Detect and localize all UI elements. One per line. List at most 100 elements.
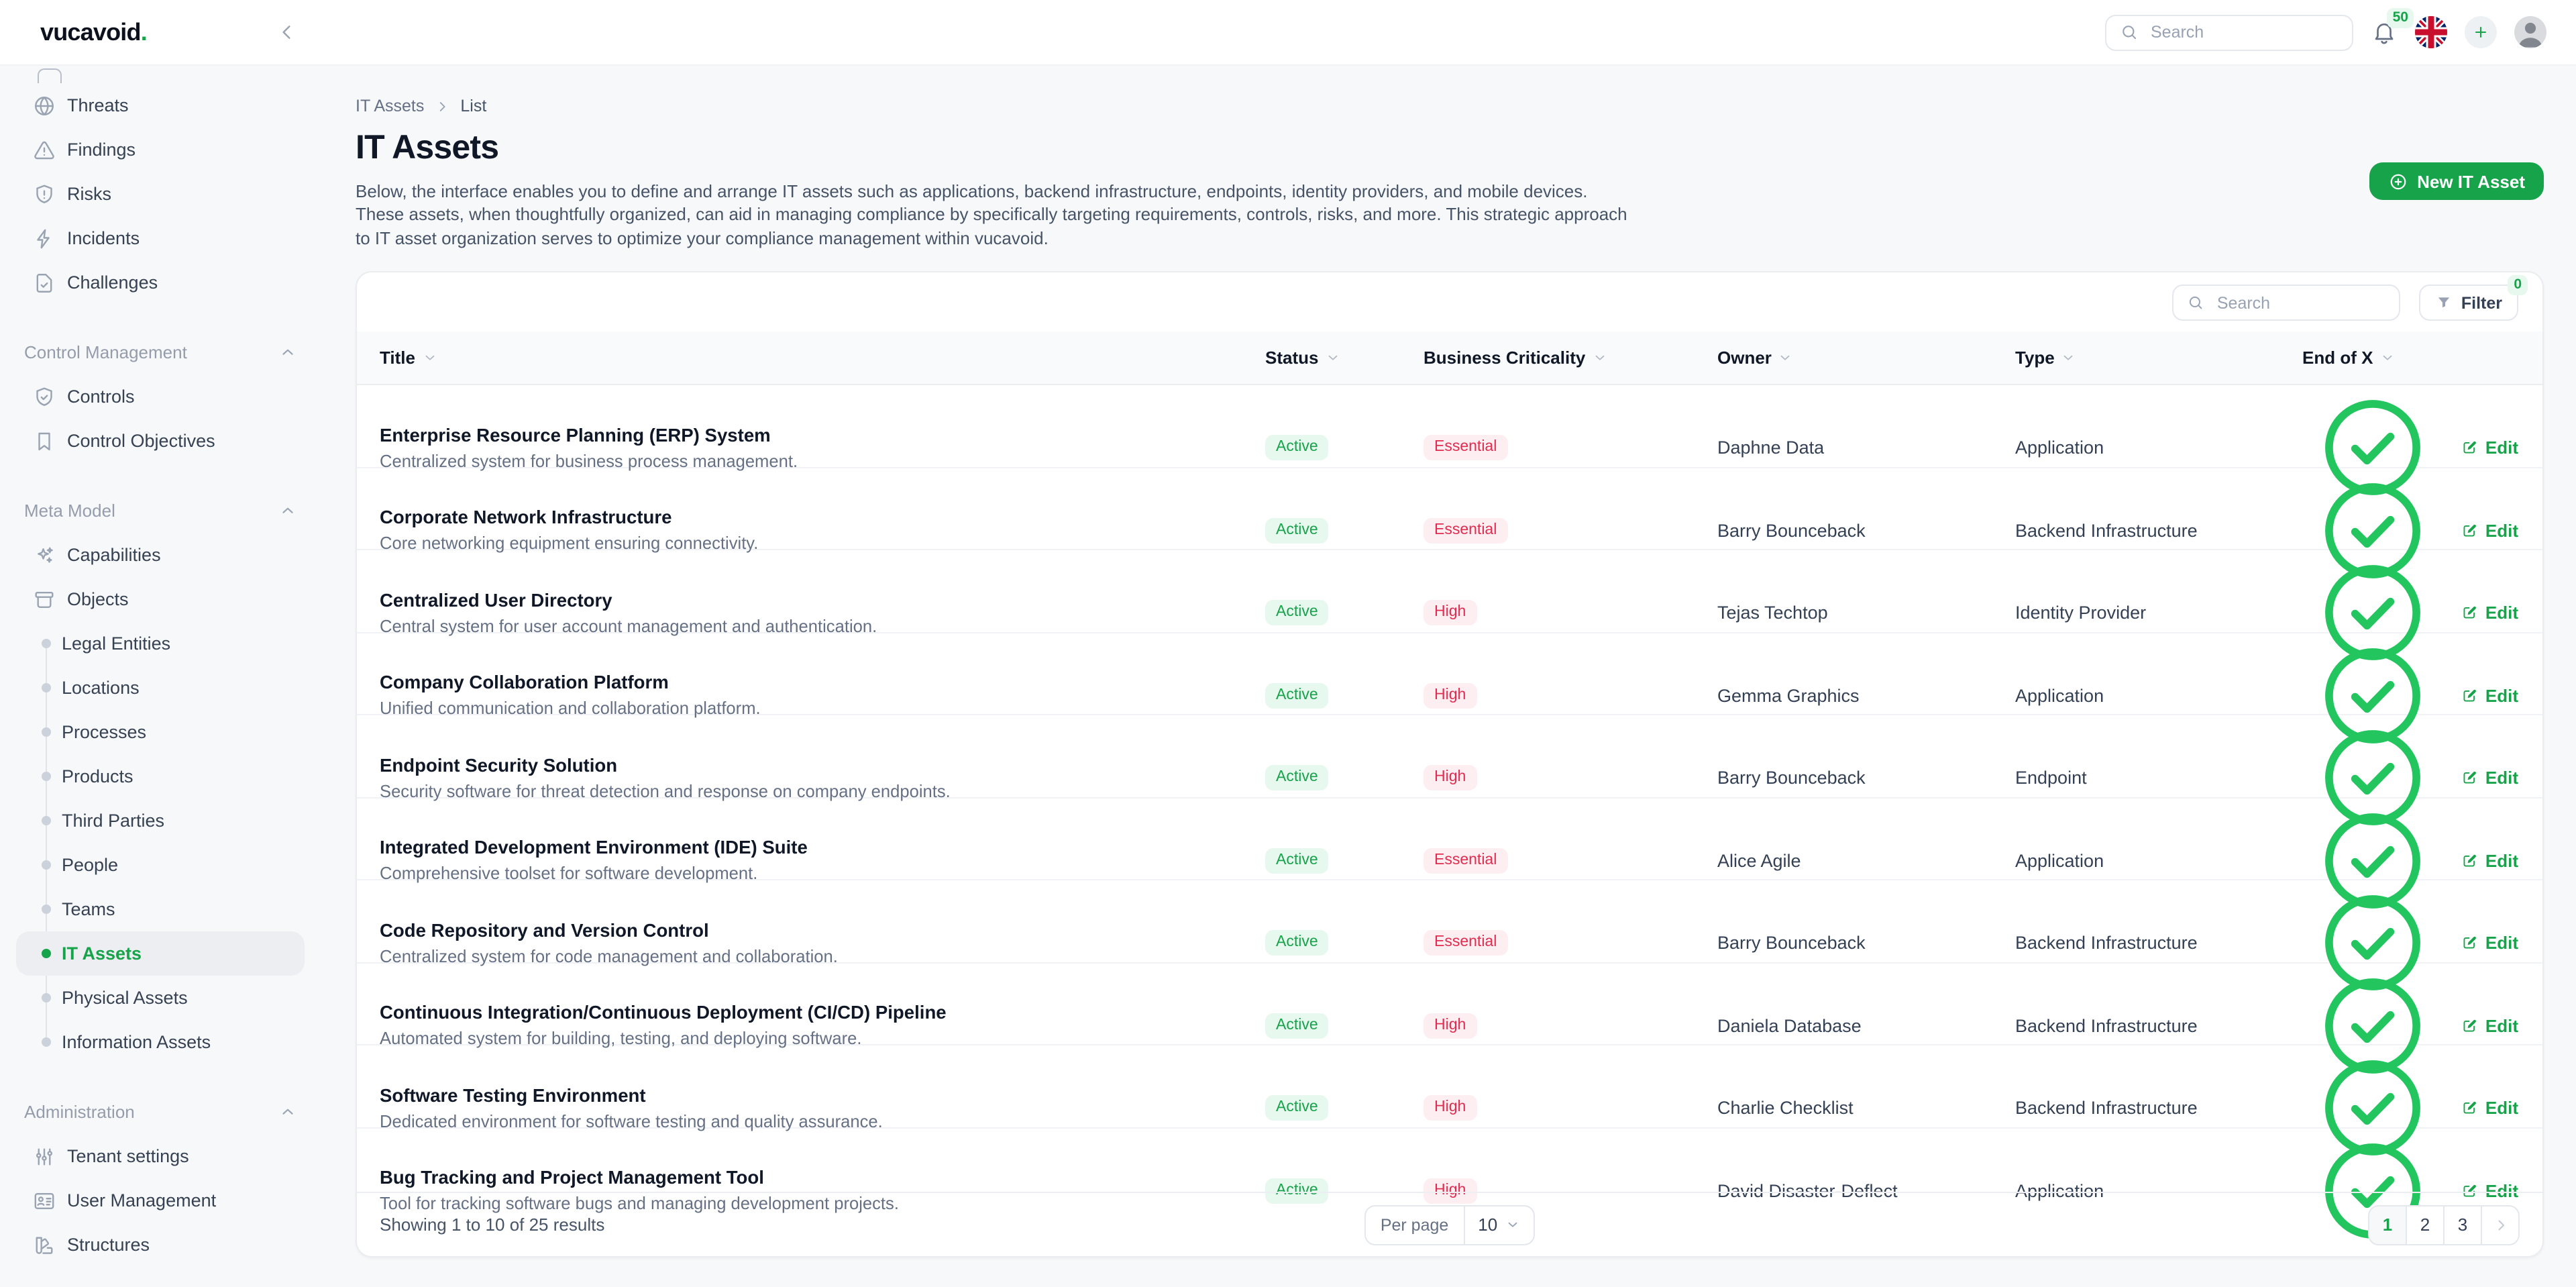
breadcrumb: IT Assets List — [356, 97, 2544, 115]
sliders-icon — [32, 1144, 56, 1168]
sidebar-item-people[interactable]: People — [0, 843, 322, 887]
sidebar-nav: ThreatsFindingsRisksIncidentsChallenges C… — [0, 83, 322, 1267]
table-row-company-collaboration-platform[interactable]: Company Collaboration PlatformUnified co… — [357, 633, 2542, 715]
edit-button[interactable]: Edit — [2461, 520, 2518, 540]
chevron-down-icon — [1778, 350, 1793, 365]
language-flag-uk[interactable] — [2415, 16, 2447, 48]
bullet-dot — [42, 683, 51, 692]
edit-button[interactable]: Edit — [2461, 603, 2518, 623]
filter-button[interactable]: Filter 0 — [2420, 285, 2518, 321]
page-button-3[interactable]: 3 — [2445, 1206, 2482, 1243]
asset-description: Unified communication and collaboration … — [380, 698, 1263, 718]
sidebar-sub-list: Legal EntitiesLocationsProcessesProducts… — [0, 621, 322, 1064]
edit-icon — [2461, 1099, 2479, 1117]
page-button-2[interactable]: 2 — [2407, 1206, 2445, 1243]
criticality-badge: High — [1424, 1013, 1477, 1038]
table-row-continuous-integration-continuous-deploy[interactable]: Continuous Integration/Continuous Deploy… — [357, 963, 2542, 1045]
edit-button[interactable]: Edit — [2461, 1015, 2518, 1035]
next-page-button[interactable] — [2482, 1206, 2518, 1243]
asset-title: Integrated Development Environment (IDE)… — [380, 837, 1263, 858]
breadcrumb-it-assets[interactable]: IT Assets — [356, 97, 424, 115]
sidebar-item-legal-entities[interactable]: Legal Entities — [0, 621, 322, 666]
chevron-right-icon — [2492, 1217, 2508, 1233]
sidebar-item-controls[interactable]: Controls — [0, 374, 322, 419]
table-row-centralized-user-directory[interactable]: Centralized User DirectoryCentral system… — [357, 550, 2542, 633]
asset-description: Security software for threat detection a… — [380, 780, 1263, 801]
sidebar-item-structures[interactable]: Structures — [0, 1223, 322, 1267]
edit-button[interactable]: Edit — [2461, 933, 2518, 953]
user-avatar[interactable] — [2514, 16, 2546, 48]
per-page-label: Per page — [1366, 1206, 1464, 1243]
breadcrumb-list[interactable]: List — [460, 97, 486, 115]
sidebar-item-challenges[interactable]: Challenges — [0, 260, 322, 305]
brand-dot: . — [141, 18, 147, 45]
zap-icon — [32, 226, 56, 250]
edit-button[interactable]: Edit — [2461, 768, 2518, 788]
criticality-badge: High — [1424, 682, 1477, 708]
status-badge: Active — [1265, 847, 1329, 873]
sidebar-item-locations[interactable]: Locations — [0, 666, 322, 710]
notifications-button[interactable]: 50 — [2371, 19, 2398, 46]
sidebar-item-tenant-settings[interactable]: Tenant settings — [0, 1134, 322, 1178]
table-row-code-repository-and-version-control[interactable]: Code Repository and Version ControlCentr… — [357, 880, 2542, 963]
page-button-1[interactable]: 1 — [2369, 1206, 2407, 1243]
table-toolbar: Filter 0 — [357, 272, 2542, 331]
app-root: vucavoid. 50 ThreatsFindingsRisksInciden… — [0, 0, 2576, 1287]
column-header-owner[interactable]: Owner — [1715, 348, 2012, 368]
global-search-input[interactable] — [2148, 21, 2339, 43]
sidebar-item-products[interactable]: Products — [0, 754, 322, 799]
sidebar-collapse-button[interactable] — [276, 21, 298, 43]
table-row-enterprise-resource-planning-erp-system[interactable]: Enterprise Resource Planning (ERP) Syste… — [357, 385, 2542, 468]
owner-cell: Daphne Data — [1715, 437, 2012, 458]
table-row-endpoint-security-solution[interactable]: Endpoint Security SolutionSecurity softw… — [357, 715, 2542, 798]
criticality-badge: High — [1424, 765, 1477, 790]
sidebar-item-findings[interactable]: Findings — [0, 127, 322, 172]
table-row-corporate-network-infrastructure[interactable]: Corporate Network InfrastructureCore net… — [357, 468, 2542, 550]
table-search-input[interactable] — [2214, 292, 2386, 313]
filter-count-badge: 0 — [2508, 275, 2528, 295]
asset-title-cell: Software Testing EnvironmentDedicated en… — [357, 1085, 1263, 1131]
column-header-end-of-x[interactable]: End of X — [2300, 348, 2435, 368]
sidebar-item-third-parties[interactable]: Third Parties — [0, 799, 322, 843]
sidebar-item-threats[interactable]: Threats — [0, 83, 322, 127]
sidebar-item-teams[interactable]: Teams — [0, 887, 322, 931]
sidebar-item-information-assets[interactable]: Information Assets — [0, 1020, 322, 1064]
sidebar-item-user-management[interactable]: User Management — [0, 1178, 322, 1223]
asset-title: Corporate Network Infrastructure — [380, 507, 1263, 527]
edit-icon — [2461, 1017, 2479, 1034]
brand-logo[interactable]: vucavoid. — [40, 18, 147, 46]
asset-description: Centralized system for code management a… — [380, 945, 1263, 966]
sidebar-item-it-assets[interactable]: IT Assets — [16, 931, 305, 976]
sidebar-item-capabilities[interactable]: Capabilities — [0, 533, 322, 577]
column-header-status[interactable]: Status — [1263, 348, 1421, 368]
sidebar-section-meta-model[interactable]: Meta Model — [0, 488, 322, 533]
id-card-icon — [32, 1188, 56, 1213]
table-row-integrated-development-environment-ide-s[interactable]: Integrated Development Environment (IDE)… — [357, 798, 2542, 880]
edit-button[interactable]: Edit — [2461, 850, 2518, 870]
table-row-software-testing-environment[interactable]: Software Testing EnvironmentDedicated en… — [357, 1045, 2542, 1128]
sidebar-item-incidents[interactable]: Incidents — [0, 216, 322, 260]
column-header-type[interactable]: Type — [2012, 348, 2300, 368]
sidebar-item-control-objectives[interactable]: Control Objectives — [0, 419, 322, 463]
table-footer: Showing 1 to 10 of 25 results Per page 1… — [357, 1192, 2542, 1256]
sidebar-item-risks[interactable]: Risks — [0, 172, 322, 216]
sidebar-section-administration[interactable]: Administration — [0, 1090, 322, 1134]
edit-button[interactable]: Edit — [2461, 1098, 2518, 1118]
column-header-business-criticality[interactable]: Business Criticality — [1421, 348, 1715, 368]
bookmark-icon — [32, 429, 56, 453]
column-header-title[interactable]: Title — [357, 348, 1263, 368]
edit-button[interactable]: Edit — [2461, 685, 2518, 705]
sidebar-item-physical-assets[interactable]: Physical Assets — [0, 976, 322, 1020]
new-it-asset-button[interactable]: New IT Asset — [2369, 162, 2544, 200]
chevron-left-icon — [276, 21, 298, 43]
sidebar-section-control-management[interactable]: Control Management — [0, 330, 322, 374]
search-icon — [2120, 23, 2139, 42]
asset-title-cell: Company Collaboration PlatformUnified co… — [357, 672, 1263, 718]
edit-button[interactable]: Edit — [2461, 437, 2518, 458]
quick-add-button[interactable] — [2465, 16, 2497, 48]
sidebar-item-processes[interactable]: Processes — [0, 710, 322, 754]
chevron-up-icon — [279, 502, 297, 519]
sidebar-item-objects[interactable]: Objects — [0, 577, 322, 621]
type-cell: Endpoint — [2012, 768, 2300, 788]
per-page-select[interactable]: 10 — [1464, 1206, 1534, 1243]
